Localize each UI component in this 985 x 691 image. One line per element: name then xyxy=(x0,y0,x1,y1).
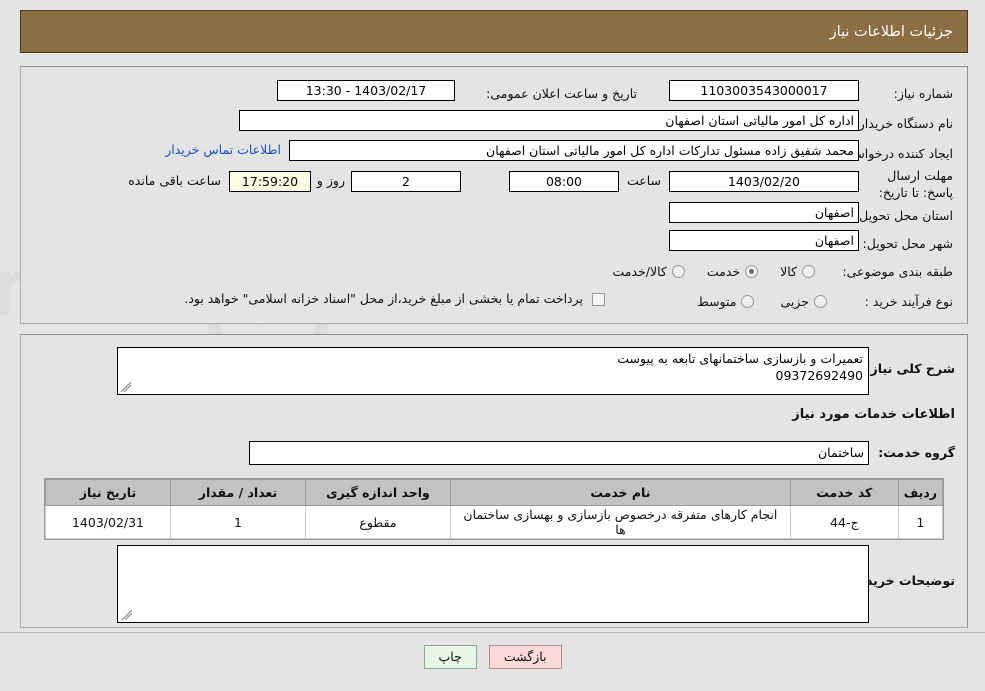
service-group-label: گروه خدمت: xyxy=(878,445,955,460)
hour-label: ساعت xyxy=(626,173,661,188)
announce-datetime-field: 1403/02/17 - 13:30 xyxy=(277,80,455,101)
needed-services-table: ردیف کد خدمت نام خدمت واحد اندازه گیری ت… xyxy=(45,479,944,539)
cell-name: انجام کارهای متفرقه درخصوص بازسازی و بهس… xyxy=(450,505,791,539)
cell-code: ج-44 xyxy=(789,505,899,539)
buyer-contact-link[interactable]: اطلاعات تماس خریدار xyxy=(165,142,281,157)
table-row: 1 ج-44 انجام کارهای متفرقه درخصوص بازساز… xyxy=(45,505,944,539)
category-label: طبقه بندی موضوعی: xyxy=(842,263,953,279)
cell-unit: مقطوع xyxy=(305,505,451,539)
general-description-textarea[interactable]: تعمیرات و بازسازی ساختمانهای تابعه به پی… xyxy=(117,347,869,395)
cell-need-date: 1403/02/31 xyxy=(45,505,171,539)
radio-indicator[interactable] xyxy=(802,264,815,278)
category-radio-group: کالا خدمت کالا/خدمت xyxy=(612,259,815,283)
buyer-org-field: اداره کل امور مالیاتی استان اصفهان xyxy=(239,110,859,131)
countdown-field: 17:59:20 xyxy=(229,171,311,192)
need-number-label: شماره نیاز: xyxy=(893,85,953,101)
radio-indicator[interactable] xyxy=(671,264,685,278)
th-code: کد خدمت xyxy=(789,479,899,506)
radio-indicator[interactable] xyxy=(745,264,759,278)
radio-indicator[interactable] xyxy=(814,294,827,308)
announce-datetime-label: تاریخ و ساعت اعلان عمومی: xyxy=(486,85,637,101)
general-description-label: شرح کلی نیاز: xyxy=(865,361,955,376)
window-titlebar: جزئیات اطلاعات نیاز xyxy=(20,10,968,53)
page-root: AnaTender.net جزئیات اطلاعات نیاز شماره … xyxy=(0,0,985,691)
th-unit: واحد اندازه گیری xyxy=(305,479,451,506)
deadline-time-field: 08:00 xyxy=(509,171,619,192)
category-option-label: کالا/خدمت xyxy=(612,263,667,279)
treasury-docs-note: پرداخت تمام یا بخشی از مبلغ خرید،از محل … xyxy=(184,291,583,306)
footer-divider xyxy=(0,632,985,633)
process-radio-jozyi[interactable]: جزیی xyxy=(780,294,827,309)
cell-quantity: 1 xyxy=(170,505,306,539)
treasury-docs-checkbox[interactable] xyxy=(592,293,605,306)
buyer-org-label: نام دستگاه خریدار: xyxy=(854,115,953,131)
th-quantity: تعداد / مقدار xyxy=(170,479,306,506)
city-label: شهر محل تحویل: xyxy=(862,235,953,251)
need-summary-panel: شماره نیاز: 1103003543000017 تاریخ و ساع… xyxy=(20,66,968,324)
province-field: اصفهان xyxy=(669,202,859,223)
process-option-label: جزیی xyxy=(780,293,809,309)
remaining-days-field: 2 xyxy=(351,171,461,192)
city-field: اصفهان xyxy=(669,230,859,251)
back-button[interactable]: بازگشت xyxy=(488,645,562,669)
need-number-field: 1103003543000017 xyxy=(669,80,859,101)
general-description-line-2: 09372692490 xyxy=(775,368,863,383)
days-label: روز و xyxy=(316,173,345,188)
th-index: ردیف xyxy=(897,479,944,506)
category-option-label: کالا xyxy=(780,263,797,279)
cell-index: 1 xyxy=(897,505,944,539)
th-need-date: تاریخ نیاز xyxy=(45,479,171,506)
service-group-field: ساختمان xyxy=(249,441,869,465)
table-header-row: ردیف کد خدمت نام خدمت واحد اندازه گیری ت… xyxy=(45,479,944,506)
deadline-date-field: 1403/02/20 xyxy=(669,171,859,192)
footer-button-bar: بازگشت چاپ xyxy=(0,645,985,669)
th-name: نام خدمت xyxy=(450,479,791,506)
process-radio-group: جزیی متوسط xyxy=(697,289,827,313)
radio-indicator[interactable] xyxy=(741,294,755,308)
services-section-heading: اطلاعات خدمات مورد نیاز xyxy=(792,407,955,422)
process-option-label: متوسط xyxy=(697,293,737,309)
process-radio-motavasset[interactable]: متوسط xyxy=(697,293,755,309)
remaining-hours-label: ساعت باقی مانده xyxy=(128,173,221,188)
process-label: نوع فرآیند خرید : xyxy=(864,293,953,309)
print-button[interactable]: چاپ xyxy=(423,645,477,669)
province-label: استان محل تحویل: xyxy=(854,207,953,223)
page-title: جزئیات اطلاعات نیاز xyxy=(829,23,953,40)
category-radio-kala[interactable]: کالا xyxy=(780,264,815,279)
deadline-label: مهلت ارسال پاسخ: تا تاریخ: xyxy=(878,168,953,200)
buyer-notes-textarea[interactable] xyxy=(117,545,869,623)
category-option-label: خدمت xyxy=(706,263,741,279)
needed-services-table-wrapper: ردیف کد خدمت نام خدمت واحد اندازه گیری ت… xyxy=(44,478,944,540)
category-radio-khedmat[interactable]: خدمت xyxy=(706,263,759,279)
creator-field: محمد شفیق زاده مسئول تدارکات اداره کل ام… xyxy=(289,140,859,161)
category-radio-kala-khedmat[interactable]: کالا/خدمت xyxy=(612,263,685,279)
general-description-line-1: تعمیرات و بازسازی ساختمانهای تابعه به پی… xyxy=(617,351,863,366)
